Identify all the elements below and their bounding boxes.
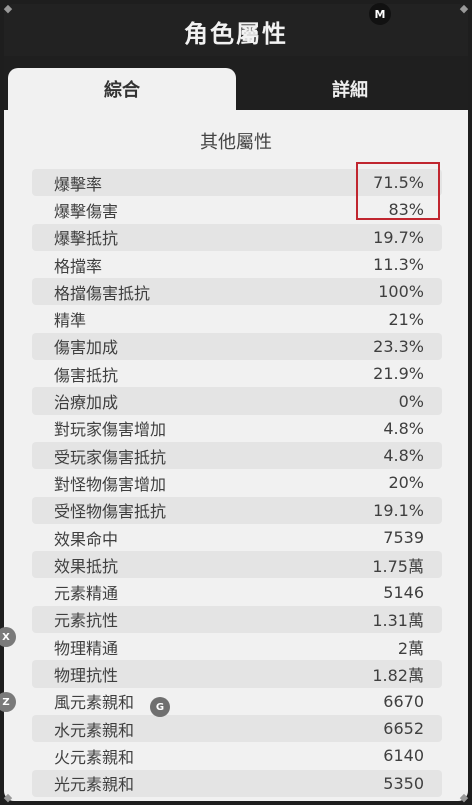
- attribute-value: 20%: [388, 473, 424, 493]
- attribute-label: 效果命中: [54, 529, 119, 549]
- attribute-label: 效果抵抗: [54, 556, 119, 576]
- attribute-value: 5350: [383, 773, 424, 793]
- attribute-label: 水元素親和: [54, 720, 135, 740]
- attribute-label: 元素精通: [54, 584, 119, 604]
- attribute-value: 100%: [378, 282, 424, 302]
- attribute-label: 對玩家傷害增加: [54, 420, 167, 440]
- corner-ornament-icon: ◆: [459, 790, 469, 804]
- attribute-value: 23.3%: [373, 336, 424, 356]
- attribute-row: 火元素親和 6140: [32, 742, 442, 769]
- attribute-label: 治療加成: [54, 393, 119, 413]
- attribute-row: 爆擊抵抗 19.7%: [32, 223, 442, 251]
- corner-ornament-icon: ◆: [459, 1, 469, 15]
- attribute-row: 格擋傷害抵抗 100%: [32, 278, 442, 306]
- attribute-label: 光元素親和: [54, 775, 135, 795]
- attribute-row: 格擋率 11.3%: [32, 251, 442, 278]
- attribute-row: 物理抗性 1.82萬: [32, 660, 442, 688]
- attribute-value: 6670: [383, 691, 424, 711]
- attribute-value: 19.1%: [373, 500, 424, 520]
- tab-details[interactable]: 詳細: [236, 68, 464, 110]
- attributes-panel: 角色屬性 綜合 詳細 其他屬性 爆擊率 71.5% 爆擊傷害 83% 爆擊抵抗 19.7%…: [4, 4, 468, 801]
- attribute-row: 風元素親和 6670: [32, 688, 442, 715]
- attribute-value: 2萬: [397, 638, 424, 658]
- attribute-label: 物理精通: [54, 638, 119, 658]
- attribute-value: 0%: [398, 391, 424, 411]
- attribute-value: 4.8%: [383, 418, 424, 438]
- attribute-label: 對怪物傷害增加: [54, 474, 167, 494]
- attribute-row: 元素抗性 1.31萬: [32, 605, 442, 634]
- attribute-row: 元素精通 5146: [32, 578, 442, 605]
- attribute-value: 21.9%: [373, 364, 424, 384]
- attribute-row: 傷害抵抗 21.9%: [32, 360, 442, 387]
- attribute-label: 格擋傷害抵抗: [54, 283, 151, 303]
- attribute-row: 對怪物傷害增加 20%: [32, 469, 442, 496]
- attribute-value: 6140: [383, 746, 424, 766]
- attribute-row: 對玩家傷害增加 4.8%: [32, 415, 442, 442]
- attribute-label: 爆擊傷害: [54, 201, 119, 221]
- g-key-badge: G: [150, 697, 170, 717]
- tab-bar: 綜合 詳細: [4, 56, 468, 110]
- tab-overview[interactable]: 綜合: [8, 68, 236, 110]
- attribute-list: 爆擊率 71.5% 爆擊傷害 83% 爆擊抵抗 19.7% 格擋率 11.3% 格擋傷害抵抗 10…: [32, 169, 442, 797]
- attribute-value: 21%: [388, 309, 424, 329]
- attribute-value: 1.31萬: [372, 611, 424, 631]
- attribute-label: 元素抗性: [54, 611, 119, 631]
- attribute-row: 水元素親和 6652: [32, 714, 442, 743]
- attribute-value: 19.7%: [373, 227, 424, 247]
- attribute-row: 受怪物傷害抵抗 19.1%: [32, 496, 442, 524]
- attribute-row: 效果命中 7539: [32, 524, 442, 551]
- attribute-value: 11.3%: [373, 255, 424, 275]
- attribute-row: 受玩家傷害抵抗 4.8%: [32, 441, 442, 470]
- attribute-label: 傷害抵抗: [54, 365, 119, 385]
- attribute-row: 精準 21%: [32, 305, 442, 332]
- attribute-row: 光元素親和 5350: [32, 769, 442, 797]
- attribute-label: 物理抗性: [54, 665, 119, 685]
- attribute-label: 傷害加成: [54, 338, 119, 358]
- attribute-label: 受玩家傷害抵抗: [54, 447, 167, 467]
- panel-title: 角色屬性: [184, 20, 288, 48]
- attribute-value: 4.8%: [383, 446, 424, 466]
- attribute-label: 格擋率: [54, 256, 103, 276]
- attribute-label: 爆擊抵抗: [54, 229, 119, 249]
- panel-header: 角色屬性: [4, 4, 468, 57]
- attribute-value: 6652: [383, 719, 424, 739]
- corner-ornament-icon: ◆: [3, 1, 13, 15]
- attribute-row: 傷害加成 23.3%: [32, 332, 442, 361]
- attribute-label: 火元素親和: [54, 747, 135, 767]
- attribute-value: 7539: [383, 528, 424, 547]
- attribute-value: 1.82萬: [372, 665, 424, 685]
- attribute-label: 風元素親和: [54, 693, 135, 713]
- attribute-value: 1.75萬: [372, 556, 424, 576]
- corner-ornament-icon: ◆: [3, 790, 13, 804]
- attribute-row: 效果抵抗 1.75萬: [32, 551, 442, 579]
- attribute-label: 精準: [54, 311, 87, 331]
- attribute-row: 治療加成 0%: [32, 387, 442, 415]
- attribute-label: 爆擊率: [54, 174, 103, 194]
- attribute-label: 受怪物傷害抵抗: [54, 502, 167, 522]
- crit-highlight-box: [356, 162, 440, 220]
- section-title: 其他屬性: [200, 132, 272, 153]
- attribute-row: 物理精通 2萬: [32, 633, 442, 660]
- m-key-badge: M: [369, 3, 391, 25]
- attribute-value: 5146: [383, 582, 424, 602]
